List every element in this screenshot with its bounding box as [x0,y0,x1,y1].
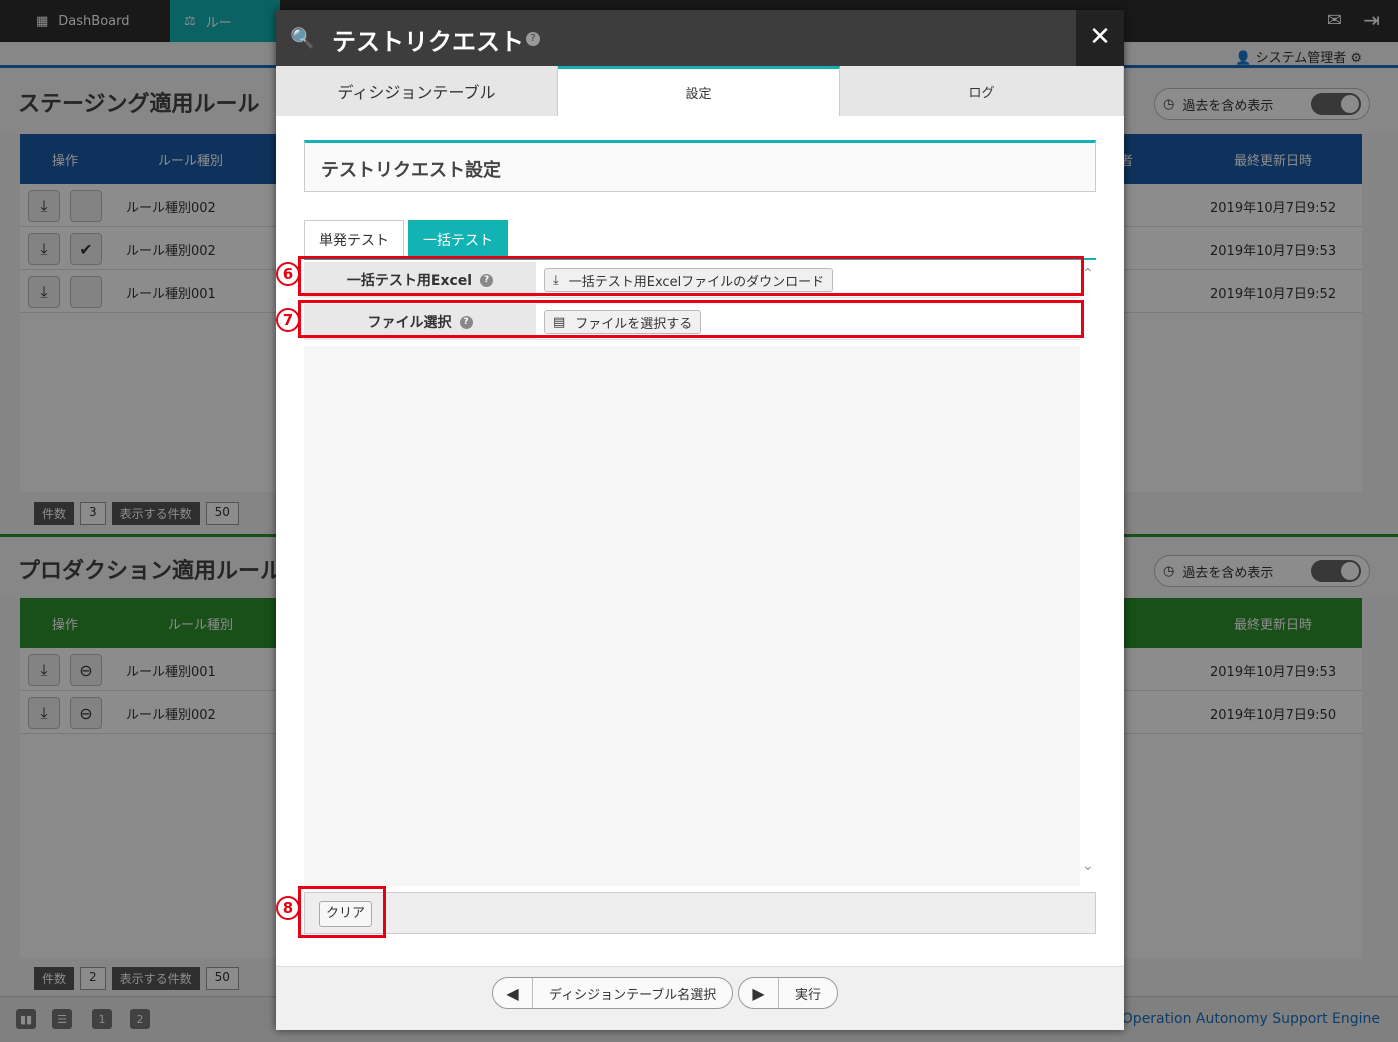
th-ops: 操作 [52,618,79,633]
modal-footer: ◀ ディシジョンテーブル名選択 ▶ 実行 [276,966,1124,1030]
th-updated[interactable]: 最終更新日時 [1234,150,1312,169]
count-label: 件数 [34,502,75,525]
per-page-label: 表示する件数 [111,502,200,525]
test-request-modal: 🔍 テストリクエスト ? ✕ ディシジョンテーブル 設定 ログ テストリクエスト… [276,10,1124,1030]
columns-icon[interactable]: ▮▮ [16,1009,36,1029]
settings-section-title: テストリクエスト設定 [321,160,501,181]
rule-type: ルール種別001 [126,287,216,302]
play-icon: ▶ [739,978,779,1008]
rule-type: ルール種別002 [126,708,216,723]
download-icon[interactable]: ⤓ [28,233,60,265]
back-button-label: ディシジョンテーブル名選択 [549,987,717,1003]
updated-at: 2019年10月7日9:53 [1210,244,1337,259]
user-icon: 👤 [1235,51,1252,66]
nav-dashboard[interactable]: ▦ DashBoard [22,0,170,42]
staging-toggle-label: 過去を含め表示 [1182,98,1274,114]
modal-tabs: ディシジョンテーブル 設定 ログ [276,66,1124,116]
rule-type: ルール種別002 [126,244,216,259]
callout-badge-6: 6 [276,262,300,286]
page-2-button[interactable]: 2 [130,1009,150,1029]
staging-switch[interactable] [1311,93,1361,115]
count-label: 件数 [34,967,75,990]
download-icon[interactable]: ⤓ [28,654,60,686]
download-icon[interactable]: ⤓ [28,190,60,222]
page-1-button[interactable]: 1 [92,1009,112,1029]
production-switch[interactable] [1311,560,1361,582]
checkbox[interactable] [70,190,102,222]
run-button-label: 実行 [795,987,822,1003]
scale-icon: ⚖ [184,13,196,29]
subtab-batch-test[interactable]: 一括テスト [408,220,508,258]
subtab-single-test[interactable]: 単発テスト [304,220,404,258]
dashboard-icon: ▦ [36,13,49,29]
th-type[interactable]: ルール種別 [158,150,223,169]
count-value: 2 [80,967,106,990]
modal-header: 🔍 テストリクエスト ? ✕ [276,10,1124,66]
check-icon[interactable]: ✔ [70,233,102,265]
nav-dashboard-label: DashBoard [58,13,130,29]
help-icon[interactable]: ? [526,32,540,46]
production-toggle-label: 過去を含め表示 [1182,565,1274,581]
tab-log[interactable]: ログ [840,66,1124,116]
rule-type: ルール種別001 [126,665,216,680]
rule-type: ルール種別002 [126,201,216,216]
updated-at: 2019年10月7日9:53 [1210,665,1337,680]
run-button[interactable]: ▶ 実行 [738,977,839,1009]
tab-settings[interactable]: 設定 [558,66,840,116]
modal-title: テストリクエスト [332,28,524,56]
user-name: システム管理者 [1255,51,1347,66]
per-page-select[interactable]: 50 [205,502,239,525]
production-history-toggle[interactable]: ◷ 過去を含め表示 [1154,555,1370,587]
th-type[interactable]: ルール種別 [168,614,233,633]
updated-at: 2019年10月7日9:52 [1210,287,1337,302]
result-area [304,346,1080,886]
callout-badge-7: 7 [276,308,300,332]
footer-brand: o Operation Autonomy Support Engine [1108,1011,1380,1027]
staging-history-toggle[interactable]: ◷ 過去を含め表示 [1154,88,1370,120]
nav-rules[interactable]: ⚖ ルー [170,0,280,42]
mail-icon[interactable]: ✉ [1327,10,1342,31]
disabled-icon: ⊖ [70,697,102,729]
tab-decision-table[interactable]: ディシジョンテーブル [276,66,558,116]
clear-bar: クリア [304,892,1096,934]
modal-body: テストリクエスト設定 単発テスト 一括テスト 一括テスト用Excel ? ⤓ 一… [276,116,1124,966]
close-button[interactable]: ✕ [1076,10,1124,66]
gear-icon[interactable]: ⚙ [1350,51,1362,66]
back-button[interactable]: ◀ ディシジョンテーブル名選択 [492,977,734,1009]
download-icon[interactable]: ⤓ [28,697,60,729]
clock-icon: ◷ [1163,96,1175,112]
per-page-select[interactable]: 50 [205,967,239,990]
nav-rules-label: ルー [205,15,232,31]
production-title: プロダクション適用ルール [18,559,283,584]
checkbox[interactable] [70,276,102,308]
updated-at: 2019年10月7日9:50 [1210,708,1337,723]
staging-pager: 件数 3 表示する件数 50 [34,502,239,525]
logout-icon[interactable]: ⇥ [1363,8,1380,32]
highlight-box-6 [298,256,1084,296]
settings-section: テストリクエスト設定 [304,140,1096,192]
production-pager: 件数 2 表示する件数 50 [34,967,239,990]
download-icon[interactable]: ⤓ [28,276,60,308]
th-updated[interactable]: 最終更新日時 [1234,614,1312,633]
per-page-label: 表示する件数 [111,967,200,990]
user-menu[interactable]: 👤 システム管理者 ⚙ [1235,47,1362,66]
disabled-icon: ⊖ [70,654,102,686]
rows-icon[interactable]: ☰ [52,1009,72,1029]
clock-icon: ◷ [1163,563,1175,579]
staging-title: ステージング適用ルール [18,92,260,117]
th-ops: 操作 [52,154,79,169]
search-doc-icon: 🔍 [290,26,315,50]
updated-at: 2019年10月7日9:52 [1210,201,1337,216]
highlight-box-8 [298,886,386,938]
callout-badge-8: 8 [276,896,300,920]
count-value: 3 [80,502,106,525]
arrow-left-icon: ◀ [493,978,533,1008]
scroll-down-icon[interactable]: ⌄ [1082,858,1094,874]
highlight-box-7 [298,300,1084,338]
